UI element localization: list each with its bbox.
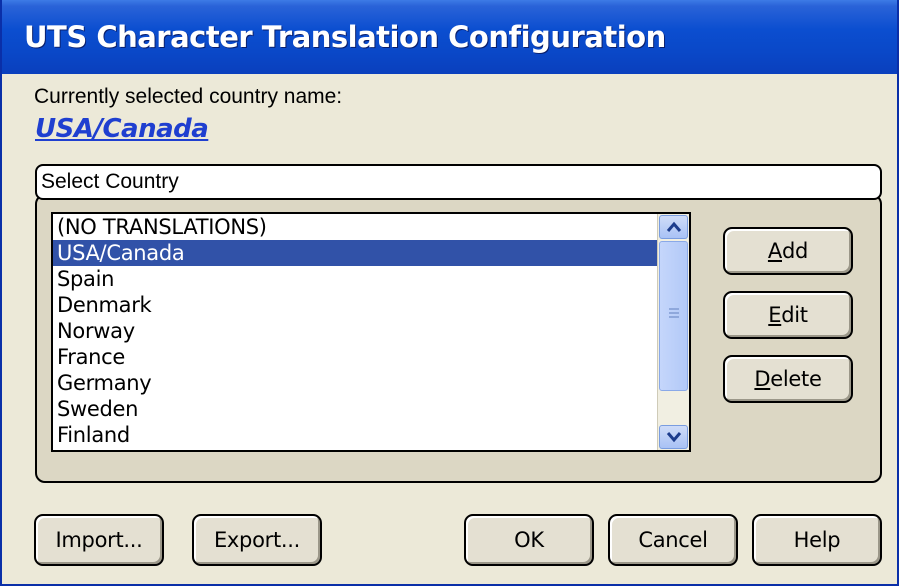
cancel-button[interactable]: Cancel [608,514,738,566]
list-item[interactable]: Finland [53,422,657,448]
select-country-title: Select Country [35,164,882,200]
chevron-down-icon [666,432,681,443]
country-list: (NO TRANSLATIONS) USA/Canada Spain Denma… [53,214,657,448]
list-item[interactable]: Norway [53,318,657,344]
list-item-selected[interactable]: USA/Canada [53,240,657,266]
scroll-up-button[interactable] [659,215,688,239]
ok-button[interactable]: OK [464,514,594,566]
list-item[interactable]: Spain [53,266,657,292]
grip-icon [669,308,679,318]
delete-button[interactable]: Delete [723,355,853,403]
list-scrollbar[interactable] [657,214,689,450]
dialog-window: UTS Character Translation Configuration … [0,0,899,586]
list-item[interactable]: Sweden [53,396,657,422]
list-item[interactable]: Denmark [53,292,657,318]
scroll-thumb[interactable] [659,241,688,391]
edit-button[interactable]: Edit [723,291,853,339]
help-button[interactable]: Help [752,514,882,566]
country-listbox[interactable]: (NO TRANSLATIONS) USA/Canada Spain Denma… [51,212,691,452]
scroll-down-button[interactable] [659,425,688,449]
window-title: UTS Character Translation Configuration [24,20,666,54]
current-country-label: Currently selected country name: [34,85,343,108]
export-button[interactable]: Export... [192,514,322,566]
add-button[interactable]: Add [723,227,853,275]
add-accel: A [767,239,782,263]
delete-label: elete [770,367,822,391]
edit-label: dit [781,303,808,327]
list-item[interactable]: Germany [53,370,657,396]
current-country-value: USA/Canada [35,114,209,144]
import-button[interactable]: Import... [34,514,164,566]
list-item[interactable]: (NO TRANSLATIONS) [53,214,657,240]
title-bar[interactable]: UTS Character Translation Configuration [2,0,897,74]
chevron-up-icon [666,221,681,232]
add-label: dd [782,239,809,263]
list-item[interactable]: France [53,344,657,370]
delete-accel: D [754,367,771,391]
edit-accel: E [768,303,782,327]
